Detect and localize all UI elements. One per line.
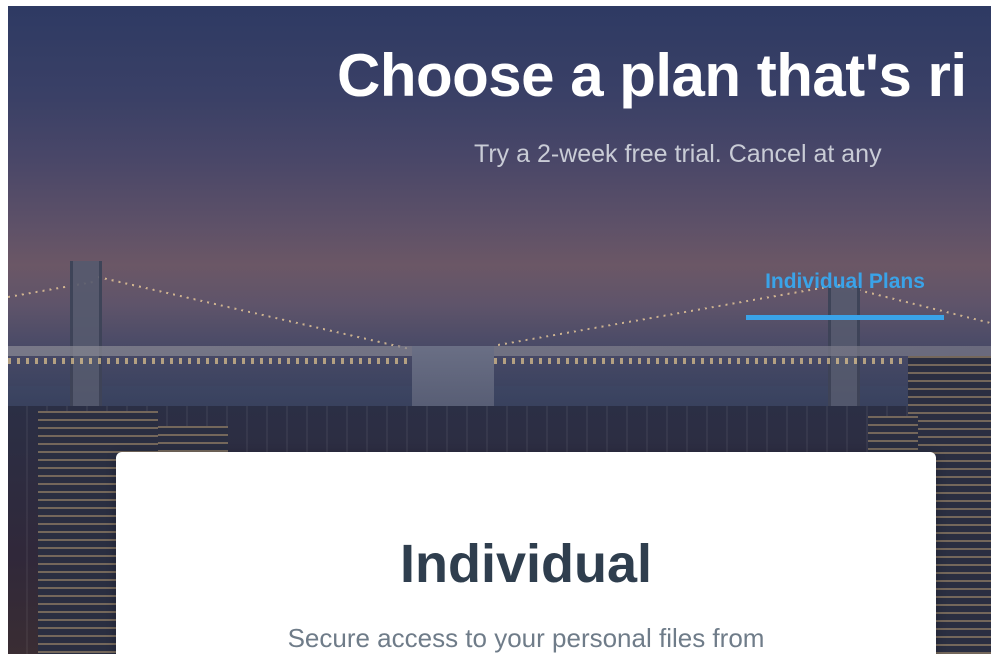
plan-card-description: Secure access to your personal files fro… <box>287 623 765 653</box>
active-tab-indicator <box>746 315 944 320</box>
page-viewport: Choose a plan that's ri Try a 2-week fre… <box>8 6 991 654</box>
page-subheadline: Try a 2-week free trial. Cancel at any <box>474 140 882 168</box>
bridge-tower <box>70 261 102 406</box>
bridge-cable <box>97 276 411 350</box>
plan-card-individual: Individual Secure access to your persona… <box>116 452 936 654</box>
tab-individual-plans[interactable]: Individual Plans <box>746 268 944 296</box>
bridge-lights <box>8 358 991 364</box>
page-headline: Choose a plan that's ri <box>337 42 967 109</box>
plan-card-title: Individual <box>399 534 653 594</box>
bridge-deck <box>8 346 991 356</box>
